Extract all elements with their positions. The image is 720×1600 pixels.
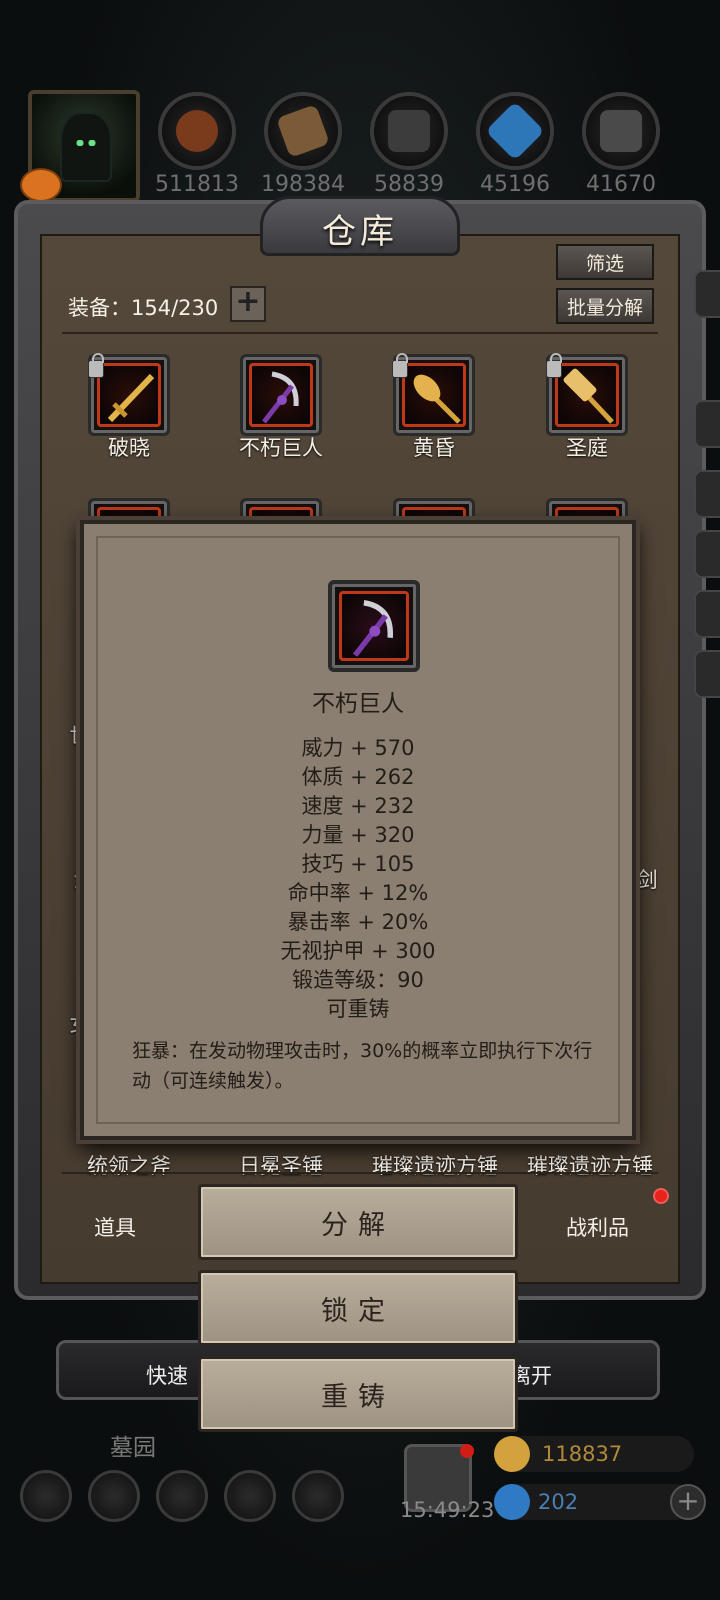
- side-tab[interactable]: [694, 400, 720, 448]
- item-name: 圣庭: [566, 436, 608, 460]
- resource-count: 511813: [155, 172, 239, 197]
- mail-icon[interactable]: [224, 1470, 276, 1522]
- resource-count: 41670: [586, 172, 656, 197]
- item-title: 不朽巨人: [312, 691, 404, 717]
- add-currency-button[interactable]: +: [670, 1484, 706, 1520]
- decompose-button[interactable]: 分解: [198, 1184, 518, 1260]
- item-name: 黄昏: [413, 436, 455, 460]
- popup-content: 不朽巨人 威力 + 570 体质 + 262 速度 + 232 力量 + 320…: [96, 536, 620, 1124]
- crystal-icon[interactable]: [476, 92, 554, 170]
- side-tab[interactable]: [694, 530, 720, 578]
- item-detail-popup: 不朽巨人 威力 + 570 体质 + 262 速度 + 232 力量 + 320…: [80, 520, 636, 1140]
- equipment-count: 装备：154/230: [68, 296, 219, 320]
- lock-icon: [392, 353, 408, 378]
- item-description: 狂暴：在发动物理攻击时，30%的概率立即执行下次行动（可连续触发）。: [132, 1040, 593, 1092]
- stat-line: 威力 + 570: [301, 736, 415, 760]
- side-tab[interactable]: [694, 590, 720, 638]
- divider: [62, 1172, 658, 1174]
- axe-icon: [402, 363, 466, 427]
- gem-icon: [494, 1484, 530, 1520]
- lock-icon: [546, 353, 562, 378]
- dice-icon[interactable]: [292, 1470, 344, 1522]
- meat-icon[interactable]: [158, 92, 236, 170]
- stat-line: 体质 + 262: [301, 765, 415, 789]
- countdown-timer: 15:49:23: [400, 1498, 495, 1522]
- stat-line: 技巧 + 105: [301, 852, 415, 876]
- stat-line: 暴击率 + 20%: [287, 910, 429, 934]
- expand-capacity-button[interactable]: +: [230, 286, 266, 322]
- stat-line: 速度 + 232: [301, 794, 415, 818]
- item-slot[interactable]: [240, 354, 322, 436]
- tab-items[interactable]: 道具: [94, 1212, 136, 1242]
- batch-decompose-button[interactable]: 批量分解: [556, 288, 654, 324]
- scythe-icon: [249, 363, 313, 427]
- stat-line: 无视护甲 + 300: [280, 939, 436, 963]
- item-name: 破晓: [108, 436, 150, 460]
- scroll-icon[interactable]: [156, 1470, 208, 1522]
- side-tab[interactable]: [694, 470, 720, 518]
- stat-line: 力量 + 320: [301, 823, 415, 847]
- item-name: 不朽巨人: [239, 436, 323, 460]
- notification-dot: [653, 1188, 669, 1204]
- gem-amount: 202: [538, 1490, 579, 1514]
- stone-icon[interactable]: [370, 92, 448, 170]
- stat-line: 锻造等级：90: [292, 968, 424, 992]
- reforge-button[interactable]: 重铸: [198, 1356, 518, 1432]
- iron-icon[interactable]: [582, 92, 660, 170]
- resource-count: 58839: [374, 172, 444, 197]
- wood-icon[interactable]: [264, 92, 342, 170]
- item-name: 璀璨遗迹方锤: [372, 1154, 498, 1178]
- location-name: 墓园: [110, 1435, 156, 1461]
- resource-count: 45196: [480, 172, 550, 197]
- resource-count: 198384: [261, 172, 345, 197]
- stat-line: 可重铸: [326, 997, 390, 1021]
- quick-button-label[interactable]: 快速: [146, 1360, 188, 1390]
- tab-loot[interactable]: 战利品: [566, 1212, 629, 1242]
- item-name: 日冕圣锤: [239, 1154, 323, 1178]
- settings-icon[interactable]: [20, 1470, 72, 1522]
- item-name: 统领之斧: [87, 1154, 171, 1178]
- hammer-icon: [555, 363, 619, 427]
- hooded-figure-icon: [60, 112, 112, 182]
- sword-icon: [97, 363, 161, 427]
- stat-line: 命中率 + 12%: [287, 881, 429, 905]
- gold-coin-icon: [494, 1436, 530, 1472]
- filter-button[interactable]: 筛选: [556, 244, 654, 280]
- divider: [62, 332, 658, 334]
- lock-button[interactable]: 锁定: [198, 1270, 518, 1346]
- notification-dot: [460, 1444, 474, 1458]
- lock-icon: [88, 353, 104, 378]
- glowing-eyes: [74, 140, 98, 146]
- star-icon[interactable]: [88, 1470, 140, 1522]
- scythe-icon: [328, 580, 420, 672]
- side-tab[interactable]: [694, 650, 720, 698]
- gold-amount: 118837: [542, 1442, 623, 1466]
- item-name: 璀璨遗迹方锤: [527, 1154, 653, 1178]
- pumpkin-icon: [20, 168, 62, 202]
- side-tab[interactable]: [694, 270, 720, 318]
- page-title: 仓库: [322, 212, 398, 252]
